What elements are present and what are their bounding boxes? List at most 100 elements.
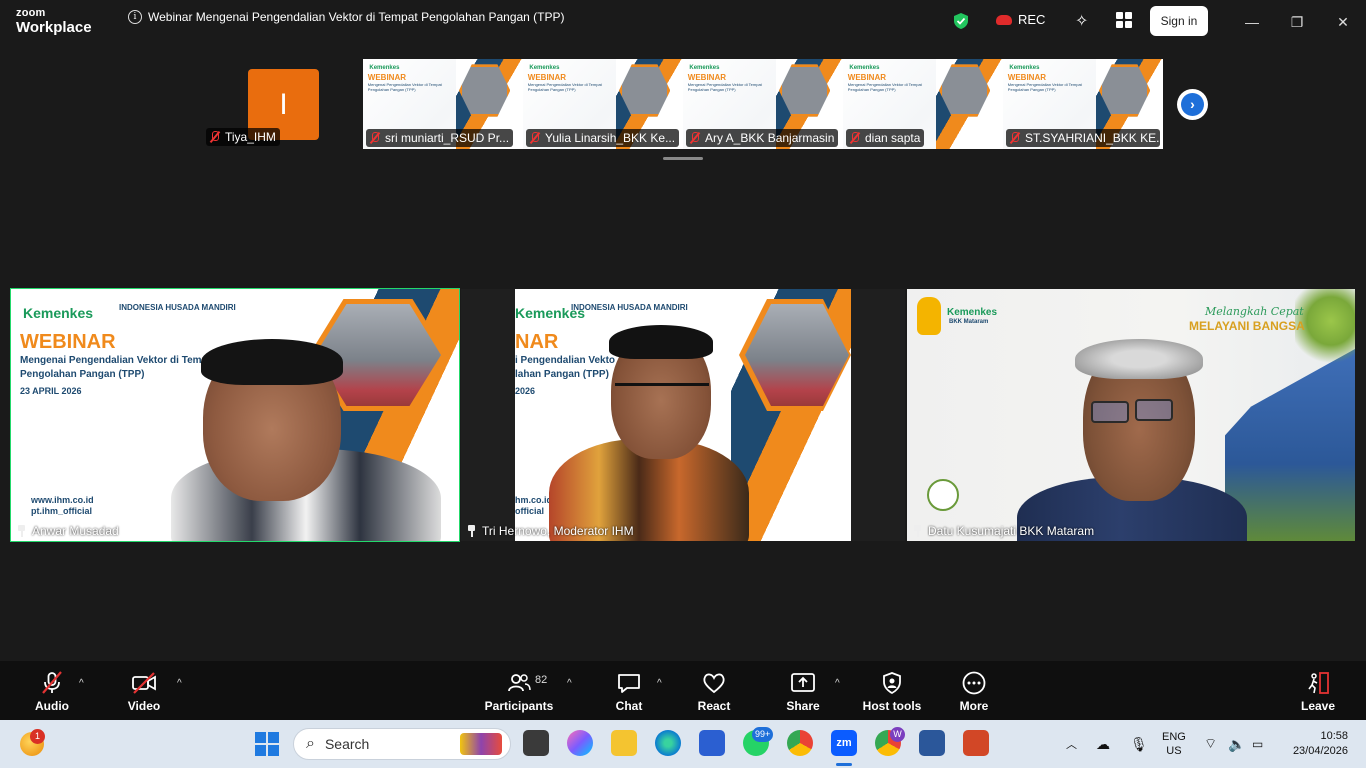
slide-kemenkes-logo: Kemenkes (23, 305, 94, 321)
strip-resize-handle[interactable] (663, 157, 703, 160)
chevron-right-icon: › (1181, 93, 1204, 116)
encryption-shield-icon[interactable] (952, 12, 970, 30)
cloud-record-icon (996, 14, 1012, 25)
meeting-toolbar: Audio ^ Video ^ Participants 82 ^ Chat ^… (0, 661, 1366, 720)
video-tile-datu[interactable]: Kemenkes BKK Mataram Melangkah Cepat MEL… (907, 289, 1355, 541)
logo-zoom-text: zoom (16, 7, 46, 19)
microphone-tray-icon[interactable]: 🎙 (1130, 720, 1148, 768)
slide-date: 2026 (515, 386, 536, 396)
slide-subtitle: Mengenai Pengendalian Vektor di Tempat P… (687, 82, 762, 93)
video-name-label: Tri Hernowo, Moderator IHM (467, 524, 634, 538)
task-view-icon[interactable] (523, 730, 549, 756)
react-button[interactable]: React (693, 661, 735, 720)
copilot-icon[interactable] (567, 730, 593, 756)
background-kemenkes: Kemenkes (947, 307, 998, 318)
mic-muted-icon (369, 132, 381, 144)
participant-name-chip: dian sapta (846, 129, 925, 147)
chat-button[interactable]: Chat (610, 661, 648, 720)
participant-name: Ary A_BKK Banjarmasin (705, 131, 835, 145)
self-name-chip: Tiya_IHM (206, 128, 280, 146)
chrome-icon[interactable] (787, 730, 813, 756)
share-button[interactable]: Share (783, 661, 823, 720)
participant-thumbnail[interactable]: Kemenkes WEBINAR Mengenai Pengendalian V… (843, 59, 1003, 149)
info-icon[interactable]: i (128, 10, 142, 24)
record-indicator[interactable]: REC (996, 12, 1045, 27)
apps-icon[interactable] (1116, 12, 1132, 28)
host-tools-button[interactable]: Host tools (862, 661, 922, 720)
video-name-label: Datu Kusumajati BKK Mataram (913, 524, 1094, 538)
audio-button[interactable]: Audio (30, 661, 74, 720)
heart-icon (703, 673, 725, 694)
participants-button[interactable]: Participants (484, 661, 554, 720)
close-icon[interactable]: ✕ (1333, 12, 1353, 32)
video-options-caret[interactable]: ^ (177, 678, 182, 689)
participant-name-chip: sri muniarti_RSUD Pr... (366, 129, 514, 147)
video-off-icon (132, 672, 156, 694)
volume-icon[interactable]: 🔈 (1228, 720, 1245, 768)
video-button[interactable]: Video (122, 661, 166, 720)
participant-thumbnail[interactable]: Kemenkes WEBINAR Mengenai Pengendalian V… (683, 59, 843, 149)
logo-workplace-text: Workplace (16, 19, 92, 36)
battery-icon[interactable]: ▭ (1252, 720, 1263, 768)
slide-kemenkes: Kemenkes (529, 65, 560, 72)
language-top: ENG (1162, 730, 1186, 743)
sign-in-button[interactable]: Sign in (1150, 6, 1208, 36)
slide-instagram: pt.ihm_official (31, 506, 93, 517)
leave-button[interactable]: Leave (1299, 661, 1337, 720)
search-placeholder: Search (324, 736, 370, 752)
participant-thumbnail[interactable]: Kemenkes WEBINAR Mengenai Pengendalian V… (363, 59, 523, 149)
participants-options-caret[interactable]: ^ (567, 678, 572, 689)
slide-kemenkes: Kemenkes (369, 65, 400, 72)
language-indicator[interactable]: ENG US (1162, 720, 1186, 768)
slide-subtitle-line1: Mengenai Pengendalian Vektor di Tempat (20, 355, 217, 366)
minimize-icon[interactable]: — (1242, 12, 1262, 32)
chat-options-caret[interactable]: ^ (657, 678, 662, 689)
windows-start-icon[interactable] (255, 732, 279, 756)
edge-icon[interactable] (655, 730, 681, 756)
meeting-title: Webinar Mengenai Pengendalian Vektor di … (148, 10, 565, 24)
share-options-caret[interactable]: ^ (835, 678, 840, 689)
video-participant-name: Tri Hernowo, Moderator IHM (482, 524, 634, 538)
title-bar: zoom Workplace i Webinar Mengenai Pengen… (0, 0, 1366, 44)
slide-webinar: WEBINAR (847, 72, 887, 82)
clock[interactable]: 10:58 23/04/2026 (1284, 720, 1348, 768)
leave-door-icon (1308, 672, 1329, 694)
share-screen-icon (791, 673, 815, 692)
cloud-sync-icon[interactable]: ☁ (1096, 720, 1110, 768)
mic-muted-icon (529, 132, 541, 144)
zoom-app-icon[interactable]: zm (831, 730, 857, 756)
participants-count: 82 (535, 674, 548, 686)
react-label: React (697, 699, 731, 713)
next-page-button[interactable]: › (1177, 89, 1208, 120)
video-tile-tri[interactable]: Kemenkes INDONESIA HUSADA MANDIRI NAR i … (461, 289, 905, 541)
slide-subtitle-line1: i Pengendalian Vekto (515, 355, 616, 366)
word-icon[interactable] (919, 730, 945, 756)
participant-thumbnail[interactable]: Kemenkes WEBINAR Mengenai Pengendalian V… (1003, 59, 1163, 149)
maximize-icon[interactable]: ❐ (1287, 12, 1307, 32)
slogan-line1: Melangkah Cepat (1205, 305, 1304, 318)
participant-name-chip: Yulia Linarsih_BKK Ke... (526, 129, 680, 147)
ai-companion-icon[interactable]: ✧ (1075, 11, 1088, 31)
file-explorer-icon[interactable] (611, 730, 637, 756)
slide-webinar: WEBINAR (1007, 72, 1047, 82)
store-icon[interactable] (699, 730, 725, 756)
meeting-info[interactable]: i Webinar Mengenai Pengendalian Vektor d… (128, 10, 565, 24)
slide-webinar: WEBINAR (367, 72, 407, 82)
taskbar-search[interactable]: ⌕ Search (293, 728, 511, 760)
mic-muted-icon (689, 132, 701, 144)
slide-webinar: WEBINAR (687, 72, 727, 82)
powerpoint-icon[interactable] (963, 730, 989, 756)
slide-ihm-logo: INDONESIA HUSADA MANDIRI (119, 303, 236, 312)
audio-options-caret[interactable]: ^ (79, 678, 84, 689)
video-label: Video (127, 699, 161, 713)
more-button[interactable]: More (956, 661, 992, 720)
show-hidden-icons-chevron[interactable]: ︿ (1066, 720, 1077, 768)
participant-thumbnail[interactable]: Kemenkes WEBINAR Mengenai Pengendalian V… (523, 59, 683, 149)
slide-website: www.ihm.co.id (31, 495, 94, 505)
wifi-icon[interactable]: ⌔ (1204, 720, 1217, 768)
mic-muted-icon (209, 131, 221, 143)
host-tools-label: Host tools (862, 699, 922, 713)
participants-icon (508, 674, 531, 692)
video-tile-anwar[interactable]: Kemenkes INDONESIA HUSADA MANDIRI WEBINA… (10, 288, 460, 542)
participants-label: Participants (484, 699, 554, 713)
